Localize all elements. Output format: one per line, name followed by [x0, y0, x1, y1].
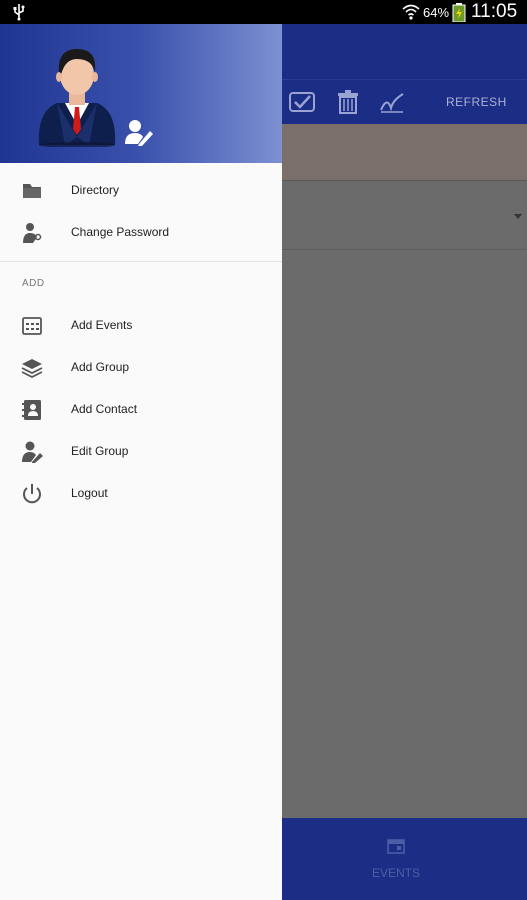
status-bar: 64% 11:05	[0, 0, 527, 24]
nav-item-label: Logout	[71, 486, 108, 500]
divider	[0, 261, 282, 262]
layers-icon	[21, 359, 43, 379]
nav-item-label: Add Contact	[71, 402, 138, 416]
nav-item-label: Edit Group	[71, 444, 129, 458]
power-icon	[23, 484, 41, 504]
battery-percent: 64%	[423, 5, 450, 20]
user-key-icon	[23, 223, 42, 243]
trash-icon[interactable]	[335, 90, 361, 114]
contact-book-icon	[22, 400, 41, 420]
nav-item-add-contact[interactable]: Add Contact	[0, 389, 282, 431]
navigation-drawer: Directory Change Password ADD Add Events…	[0, 24, 282, 900]
nav-item-label: Add Events	[71, 318, 133, 332]
refresh-button[interactable]: REFRESH	[446, 95, 507, 109]
drawer-header	[0, 24, 282, 163]
usb-icon	[13, 4, 25, 21]
nav-item-label: Directory	[71, 183, 120, 197]
events-tab-label[interactable]: EVENTS	[372, 866, 420, 880]
sign-icon[interactable]	[379, 90, 405, 114]
nav-item-edit-group[interactable]: Edit Group	[0, 431, 282, 473]
events-icon[interactable]	[387, 838, 405, 854]
nav-item-directory[interactable]: Directory	[0, 170, 282, 212]
wifi-icon	[402, 4, 420, 20]
nav-item-add-events[interactable]: Add Events	[0, 305, 282, 347]
nav-item-label: Change Password	[71, 225, 170, 239]
nav-item-add-group[interactable]: Add Group	[0, 347, 282, 389]
nav-item-change-password[interactable]: Change Password	[0, 212, 282, 254]
folder-icon	[23, 184, 41, 198]
nav-item-label: Add Group	[71, 360, 130, 374]
battery-icon	[452, 3, 466, 22]
chevron-down-icon	[514, 214, 522, 219]
edit-profile-icon[interactable]	[124, 118, 154, 146]
avatar[interactable]	[35, 41, 119, 147]
calendar-icon	[22, 317, 42, 335]
section-title-add: ADD	[22, 278, 45, 289]
check-icon[interactable]	[289, 90, 315, 114]
clock: 11:05	[471, 1, 518, 22]
edit-user-icon	[22, 441, 43, 463]
nav-item-logout[interactable]: Logout	[0, 473, 282, 515]
